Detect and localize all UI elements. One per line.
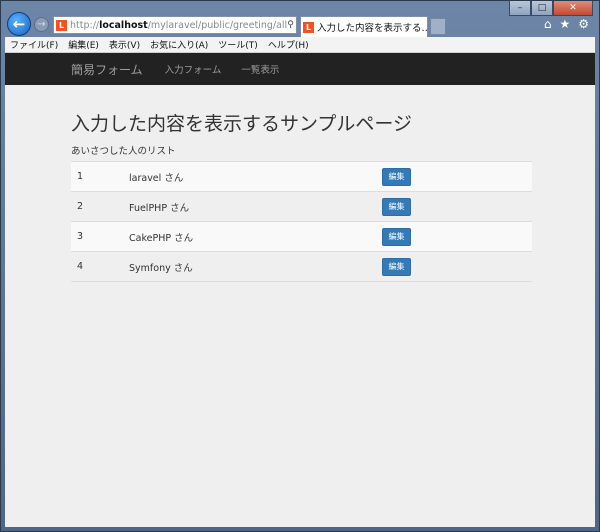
table-row: 4 Symfony さん 編集 — [71, 252, 532, 282]
row-id: 2 — [77, 201, 84, 212]
laravel-logo-icon: L — [303, 21, 314, 33]
arrow-left-icon: ← — [12, 15, 26, 33]
edit-button[interactable]: 編集 — [382, 227, 411, 246]
table-row: 3 CakePHP さん 編集 — [71, 222, 532, 252]
main-content: 入力した内容を表示するサンプルページ あいさつした人のリスト 1 laravel… — [71, 109, 532, 282]
arrow-right-icon: → — [37, 19, 46, 30]
row-id: 4 — [77, 261, 84, 272]
new-tab-button[interactable] — [430, 18, 446, 35]
url-prefix: http:// — [70, 19, 100, 31]
greeting-table: 1 laravel さん 編集 2 FuelPHP さん 編集 3 CakePH… — [71, 161, 532, 282]
row-id: 3 — [77, 231, 84, 242]
menu-view[interactable]: 表示(V) — [104, 38, 145, 51]
search-icon[interactable]: ⚲ — [287, 20, 294, 30]
forward-button[interactable]: → — [34, 17, 49, 32]
tab-title: 入力した内容を表示する… — [317, 23, 428, 34]
row-name: laravel さん — [129, 172, 184, 184]
nav-link-input-form[interactable]: 入力フォーム — [165, 62, 222, 76]
browser-nav-row: ← → L http://localhost/mylaravel/public/… — [1, 12, 599, 37]
row-name: CakePHP さん — [129, 232, 194, 244]
edit-button[interactable]: 編集 — [382, 257, 411, 276]
table-row: 2 FuelPHP さん 編集 — [71, 192, 532, 222]
back-button[interactable]: ← — [7, 12, 31, 36]
laravel-logo-icon: L — [56, 19, 67, 31]
menu-help[interactable]: ヘルプ(H) — [263, 38, 314, 51]
row-name: FuelPHP さん — [129, 202, 190, 214]
edit-button[interactable]: 編集 — [382, 167, 411, 186]
star-icon[interactable]: ★ — [559, 17, 570, 31]
browser-tab-active[interactable]: L 入力した内容を表示する… × — [300, 16, 428, 37]
menu-favorites[interactable]: お気に入り(A) — [145, 38, 213, 51]
browser-toolbar-icons: ⌂ ★ ⚙ — [544, 17, 589, 31]
edit-button[interactable]: 編集 — [382, 197, 411, 216]
navbar-brand[interactable]: 簡易フォーム — [71, 61, 143, 78]
menu-file[interactable]: ファイル(F) — [5, 38, 63, 51]
nav-link-list[interactable]: 一覧表示 — [241, 62, 279, 76]
url-host: localhost — [99, 19, 148, 31]
home-icon[interactable]: ⌂ — [544, 17, 552, 31]
page-viewport: 簡易フォーム 入力フォーム 一覧表示 入力した内容を表示するサンプルページ あい… — [5, 53, 595, 527]
page-title: 入力した内容を表示するサンプルページ — [71, 113, 413, 135]
url-path: /mylaravel/public/greeting/all — [147, 19, 288, 31]
menu-edit[interactable]: 編集(E) — [63, 38, 104, 51]
row-id: 1 — [77, 171, 84, 182]
address-actions: ⚲ ▾ ↻ — [287, 20, 296, 30]
site-navbar: 簡易フォーム 入力フォーム 一覧表示 — [5, 53, 595, 85]
address-bar[interactable]: L http://localhost/mylaravel/public/gree… — [53, 16, 297, 34]
row-name: Symfony さん — [129, 262, 193, 274]
menu-tools[interactable]: ツール(T) — [213, 38, 263, 51]
table-row: 1 laravel さん 編集 — [71, 162, 532, 192]
browser-window: – □ ✕ ← → L http://localhost/mylaravel/p… — [0, 0, 600, 532]
gear-icon[interactable]: ⚙ — [578, 17, 589, 31]
menu-bar: ファイル(F) 編集(E) 表示(V) お気に入り(A) ツール(T) ヘルプ(… — [5, 37, 595, 53]
page-subtitle: あいさつした人のリスト — [71, 146, 176, 157]
